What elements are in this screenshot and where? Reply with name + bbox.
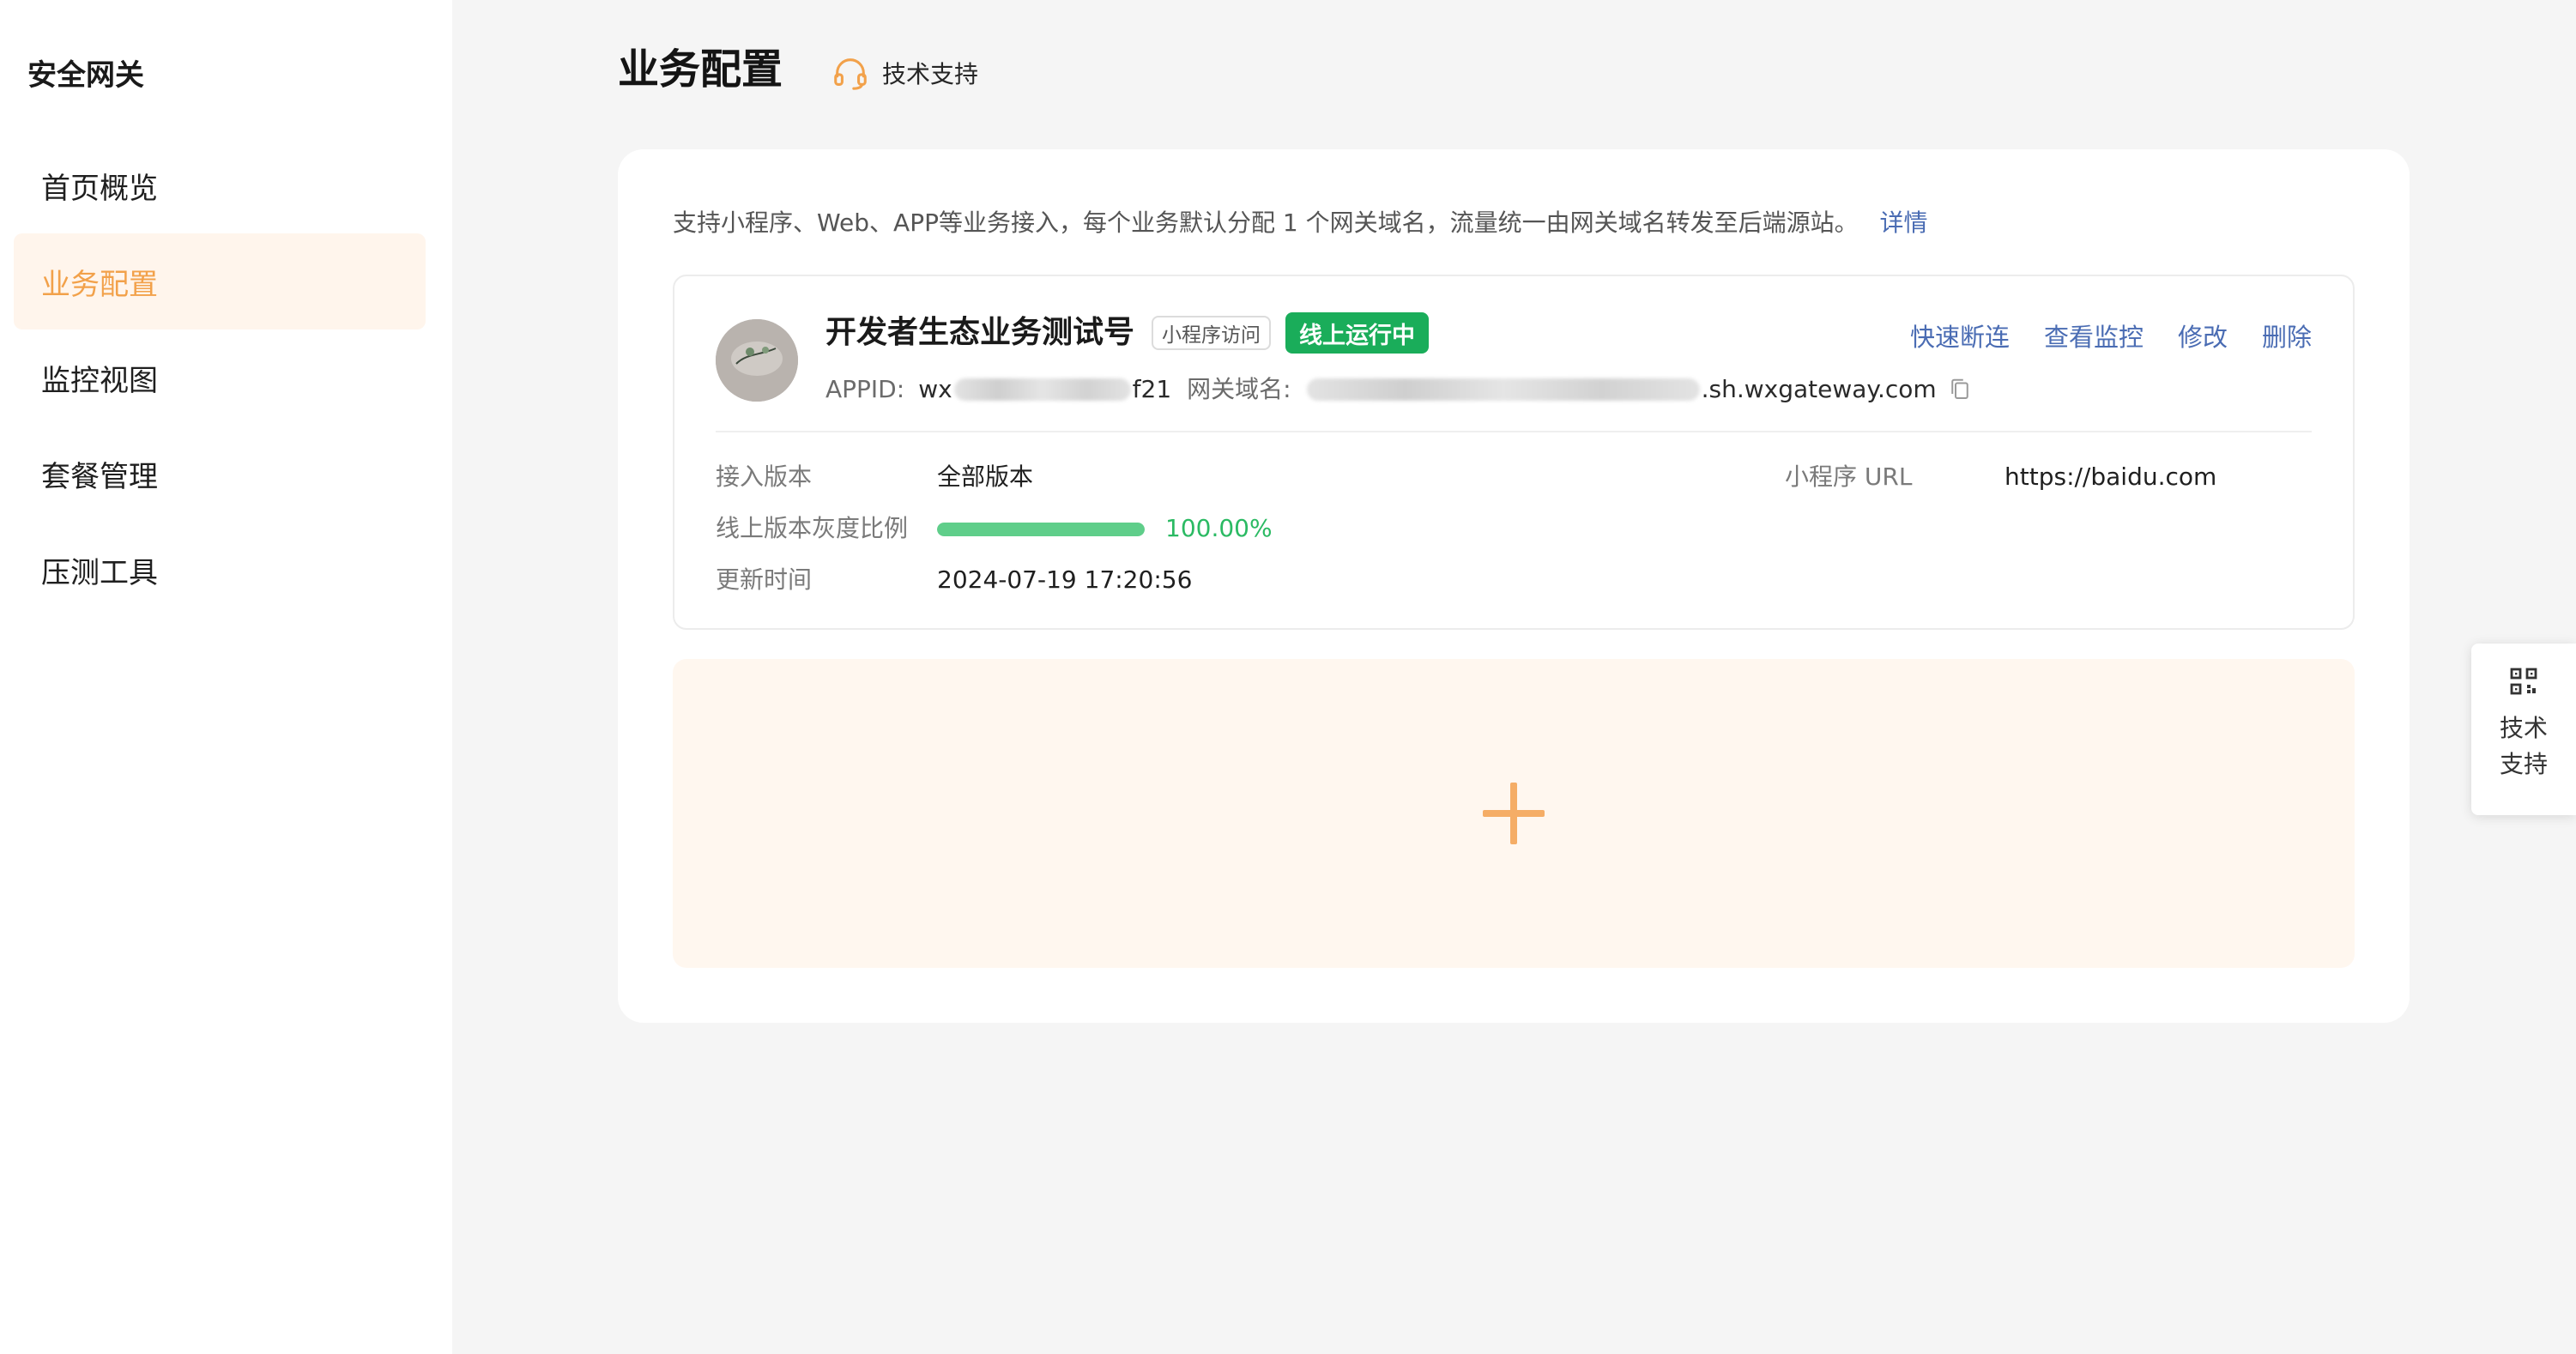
tech-support-link[interactable]: 技术支持	[831, 53, 978, 93]
gray-ratio-progress	[937, 523, 1145, 536]
gray-ratio-progress-fill	[937, 523, 1145, 536]
sidebar-item-monitor-view[interactable]: 监控视图	[14, 329, 426, 426]
sidebar-item-business-config[interactable]: 业务配置	[14, 233, 426, 329]
tech-support-label: 技术支持	[882, 60, 979, 88]
app-root: 安全网关 首页概览 业务配置 监控视图 套餐管理 压测工具 业务配置 技术支持 …	[0, 0, 2576, 1354]
appid-suffix: f21	[1132, 375, 1172, 403]
mini-program-url-label: 小程序 URL	[1785, 462, 1913, 491]
brand-title: 安全网关	[27, 58, 144, 93]
type-tag: 小程序访问	[1152, 316, 1271, 350]
sidebar-item-overview[interactable]: 首页概览	[14, 137, 426, 233]
intro-text-line: 支持小程序、Web、APP等业务接入，每个业务默认分配 1 个网关域名，流量统一…	[673, 206, 1928, 240]
appid-value: wx f21	[918, 372, 1171, 407]
gray-ratio-label: 线上版本灰度比例	[716, 514, 909, 542]
business-panel: 支持小程序、Web、APP等业务接入，每个业务默认分配 1 个网关域名，流量统一…	[618, 149, 2410, 1023]
avatar	[716, 319, 798, 402]
mini-program-url-value: https://baidu.com	[2005, 462, 2217, 491]
domain-value: .sh.wxgateway.com	[1305, 372, 1937, 407]
status-badge: 线上运行中	[1285, 312, 1429, 354]
delete-button[interactable]: 删除	[2262, 317, 2312, 354]
sidebar-item-stress-test[interactable]: 压测工具	[14, 522, 426, 618]
view-monitor-button[interactable]: 查看监控	[2044, 317, 2144, 354]
business-name: 开发者生态业务测试号	[825, 315, 1135, 350]
sidebar: 安全网关 首页概览 业务配置 监控视图 套餐管理 压测工具	[0, 0, 452, 1354]
appid-redacted	[953, 378, 1131, 401]
avatar-image-icon	[716, 319, 798, 402]
updated-label: 更新时间	[716, 565, 813, 594]
floating-support-label-line2: 支持	[2499, 750, 2548, 778]
gray-ratio-text: 100.00%	[1165, 514, 1273, 542]
domain-suffix: .sh.wxgateway.com	[1701, 375, 1937, 403]
updated-value: 2024-07-19 17:20:56	[937, 565, 1193, 594]
appid-label: APPID:	[825, 375, 905, 403]
headset-icon	[834, 58, 867, 90]
add-business-button[interactable]	[673, 659, 2355, 968]
floating-tech-support[interactable]: 技术 支持	[2471, 644, 2576, 815]
copy-icon[interactable]	[1949, 377, 1971, 402]
business-actions: 快速断连 查看监控 修改 删除	[1910, 317, 2312, 354]
id-line: APPID: wx f21 网关域名: .sh.wxgateway.com	[825, 372, 1971, 407]
version-label: 接入版本	[716, 462, 813, 491]
floating-support-label-line1: 技术	[2499, 714, 2548, 742]
card-divider	[716, 431, 2312, 432]
appid-prefix: wx	[918, 375, 952, 403]
plus-icon	[1483, 783, 1545, 844]
qr-code-icon	[2510, 668, 2537, 695]
business-card: 开发者生态业务测试号 小程序访问 线上运行中 快速断连 查看监控 修改 删除 A…	[673, 275, 2355, 630]
version-value: 全部版本	[937, 462, 1034, 491]
sidebar-nav: 首页概览 业务配置 监控视图 套餐管理 压测工具	[14, 137, 426, 618]
page-title: 业务配置	[618, 45, 783, 94]
details-link[interactable]: 详情	[1880, 209, 1928, 237]
intro-text: 支持小程序、Web、APP等业务接入，每个业务默认分配 1 个网关域名，流量统一…	[673, 209, 1859, 237]
quick-disconnect-button[interactable]: 快速断连	[1910, 317, 2010, 354]
sidebar-item-plan-management[interactable]: 套餐管理	[14, 426, 426, 522]
domain-label: 网关域名:	[1187, 375, 1291, 403]
edit-button[interactable]: 修改	[2178, 317, 2228, 354]
domain-redacted	[1306, 378, 1700, 401]
